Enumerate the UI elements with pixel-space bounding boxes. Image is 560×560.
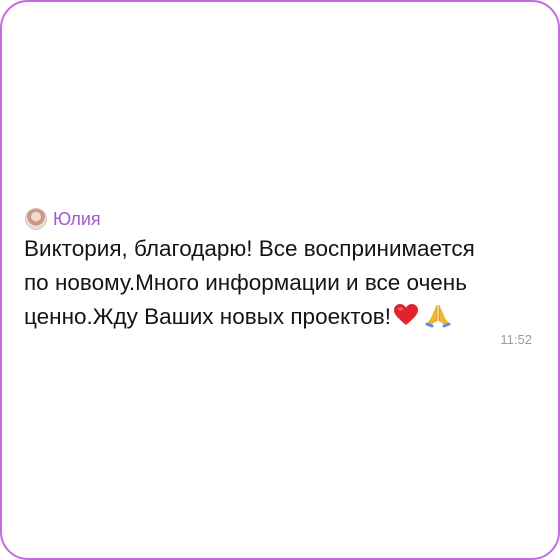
message-text-line-3-text: ценно.Жду Ваших новых проектов! [24, 304, 391, 329]
message-text-line-3: ценно.Жду Ваших новых проектов! [24, 300, 536, 334]
heart-icon [393, 303, 419, 327]
sender-row: Юлия [24, 206, 536, 232]
message-time: 11:52 [500, 332, 532, 347]
chat-message: Юлия Виктория, благодарю! Все воспринима… [24, 206, 536, 347]
message-text-line-2: по новому.Много информации и все очень [24, 270, 467, 295]
sender-name[interactable]: Юлия [53, 208, 101, 230]
praying-hands-icon [425, 302, 451, 328]
avatar[interactable] [25, 208, 47, 230]
message-text-line-1: Виктория, благодарю! Все воспринимается [24, 236, 475, 261]
